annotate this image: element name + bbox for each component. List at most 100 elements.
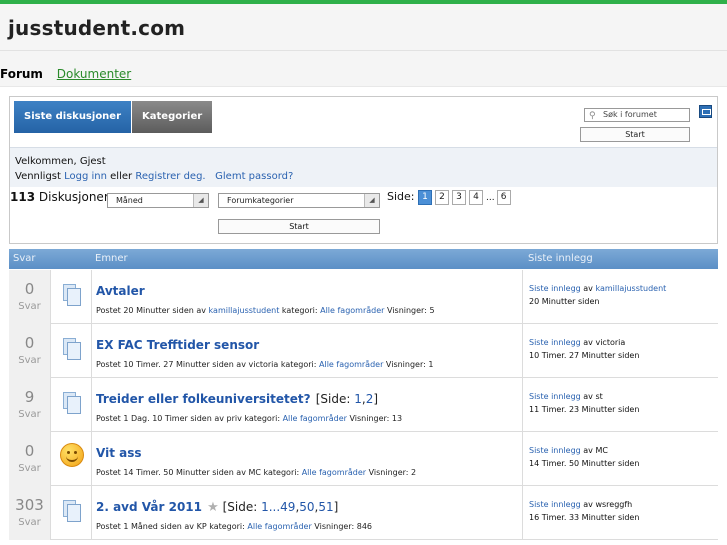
search-placeholder: Søk i forumet — [603, 110, 657, 119]
topic-pages-suffix: ] — [333, 500, 339, 514]
topic-category-label: kategori: — [281, 306, 318, 315]
topic-page-link[interactable]: 50 — [299, 500, 314, 514]
last-post-cell: Siste innlegg av victoria 10 Timer. 27 Mi… — [524, 324, 718, 378]
page-link-2[interactable]: 2 — [435, 190, 449, 205]
discussion-count-number: 113 — [10, 190, 36, 204]
topic-meta: Postet 14 Timer. 50 Minutter siden av MC… — [96, 468, 522, 477]
main-nav: Forum Dokumenter — [0, 51, 727, 87]
last-post-by: av st — [583, 392, 603, 401]
welcome-actions: Vennligst Logg inn eller Registrer deg. … — [15, 169, 717, 184]
tab-recent-discussions[interactable]: Siste diskusjoner — [14, 101, 132, 133]
reply-count-label: Svar — [18, 301, 41, 312]
topic-icon-cell — [51, 378, 92, 432]
page-link-3[interactable]: 3 — [452, 190, 466, 205]
forgot-password-link[interactable]: Glemt passord? — [215, 171, 293, 182]
login-link[interactable]: Logg inn — [64, 171, 107, 182]
topic-meta: Postet 20 Minutter siden av kamillajusst… — [96, 306, 522, 315]
topic-cell: Vit ass Postet 14 Timer. 50 Minutter side… — [93, 432, 523, 486]
last-post-time: 10 Timer. 27 Minutter siden — [529, 351, 640, 360]
period-select[interactable]: Måned ◢ — [107, 193, 209, 208]
last-post-time: 14 Timer. 50 Minutter siden — [529, 459, 640, 468]
last-post-by: av MC — [583, 446, 608, 455]
reply-count: 9 Svar — [9, 378, 51, 432]
site-header: jusstudent.com — [0, 4, 727, 51]
forum-tabs: Siste diskusjoner Kategorier — [14, 101, 213, 133]
topic-category-link[interactable]: Alle fagområder — [320, 306, 384, 315]
reply-count: 0 Svar — [9, 270, 51, 324]
topic-views: Visninger: 2 — [368, 468, 417, 477]
filter-start-button[interactable]: Start — [218, 219, 380, 234]
topic-category-label: kategori: — [209, 522, 245, 531]
topic-category-link[interactable]: Alle fagområder — [302, 468, 366, 477]
topic-title-link[interactable]: Vit ass — [96, 446, 142, 460]
topic-meta-prefix: Postet 1 Dag. 10 Timer siden av priv — [96, 414, 242, 423]
topic-title-link[interactable]: 2. avd Vår 2011 — [96, 500, 202, 514]
star-icon[interactable]: ★ — [207, 500, 219, 515]
last-post-time: 11 Timer. 23 Minutter siden — [529, 405, 640, 414]
search-icon: ⚲ — [589, 111, 596, 121]
last-post-link[interactable]: Siste innlegg — [529, 392, 581, 401]
reply-count: 303 Svar — [9, 486, 51, 540]
page-label: Side: — [387, 190, 415, 203]
collapse-icon[interactable] — [699, 105, 712, 118]
last-post-cell: Siste innlegg av kamillajusstudent 20 Min… — [524, 270, 718, 324]
last-post-link[interactable]: Siste innlegg — [529, 338, 581, 347]
page-link-1[interactable]: 1 — [418, 190, 432, 205]
header-last-post: Siste innlegg — [528, 253, 593, 264]
topic-category-link[interactable]: Alle fagområder — [247, 522, 311, 531]
table-row: 303 Svar 2. avd Vår 2011 ★ [Side: 1...49,5… — [9, 486, 718, 540]
period-select-value: Måned — [116, 196, 143, 205]
last-post-link[interactable]: Siste innlegg — [529, 284, 581, 293]
topic-meta-prefix: Postet 1 Måned siden av KP — [96, 522, 207, 531]
topic-title-link[interactable]: EX FAC Trefftider sensor — [96, 338, 259, 352]
reply-count-label: Svar — [18, 355, 41, 366]
topic-views: Visninger: 13 — [349, 414, 403, 423]
topic-title-link[interactable]: Treider eller folkeuniversitetet? — [96, 392, 311, 406]
topic-category-label: kategori: — [244, 414, 281, 423]
table-row: 0 Svar Vit ass Postet 14 Timer. 50 Minutter… — [9, 432, 718, 486]
reply-count-number: 0 — [24, 280, 35, 298]
topic-page-link[interactable]: 51 — [318, 500, 333, 514]
reply-count-label: Svar — [18, 463, 41, 474]
header-topics: Emner — [95, 253, 128, 264]
nav-documents-link[interactable]: Dokumenter — [57, 67, 131, 81]
topic-cell: EX FAC Trefftider sensor Postet 10 Timer.… — [93, 324, 523, 378]
topic-meta-prefix: Postet 20 Minutter siden av — [96, 306, 206, 315]
topic-category-link[interactable]: Alle fagområder — [319, 360, 383, 369]
topic-icon-cell — [51, 432, 92, 486]
last-post-link[interactable]: Siste innlegg — [529, 446, 581, 455]
topic-author-link[interactable]: kamillajusstudent — [209, 306, 280, 315]
topic-title-link[interactable]: Avtaler — [96, 284, 145, 298]
category-select[interactable]: Forumkategorier ◢ — [218, 193, 380, 208]
topic-pages: ★ [Side: 1...49,50,51] — [207, 500, 339, 515]
last-post-link[interactable]: Siste innlegg — [529, 500, 581, 509]
topic-page-link[interactable]: 1 — [354, 392, 362, 406]
page-ellipsis: ... — [486, 192, 495, 203]
topic-icon-cell — [51, 486, 92, 540]
last-post-by: av — [583, 284, 593, 293]
reply-count-label: Svar — [18, 409, 41, 420]
topic-meta-prefix: Postet 10 Timer. 27 Minutter siden av vi… — [96, 360, 279, 369]
topic-pages: [Side: 1,2] — [315, 392, 379, 406]
register-link[interactable]: Registrer deg. — [135, 171, 205, 182]
table-row: 0 Svar EX FAC Trefftider sensor Postet 10 T… — [9, 324, 718, 378]
reply-count-number: 303 — [15, 496, 44, 514]
topic-page-link[interactable]: 1...49 — [261, 500, 295, 514]
page-link-4[interactable]: 4 — [469, 190, 483, 205]
tab-categories[interactable]: Kategorier — [132, 101, 213, 133]
last-post-user-link[interactable]: kamillajusstudent — [595, 284, 666, 293]
table-row: 9 Svar Treider eller folkeuniversitetet? [… — [9, 378, 718, 432]
document-icon — [63, 284, 81, 306]
topic-pages-prefix: [Side: — [222, 500, 262, 514]
document-icon — [63, 500, 81, 522]
welcome-box: Velkommen, Gjest Vennligst Logg inn elle… — [10, 147, 717, 187]
page-link-6[interactable]: 6 — [496, 190, 511, 205]
search-input[interactable]: ⚲ Søk i forumet — [584, 108, 690, 122]
nav-forum[interactable]: Forum — [0, 67, 43, 81]
topic-pages-prefix: [Side: — [315, 392, 355, 406]
topic-cell: 2. avd Vår 2011 ★ [Side: 1...49,50,51] Po… — [93, 486, 523, 540]
topic-category-label: kategori: — [280, 360, 317, 369]
topic-category-link[interactable]: Alle fagområder — [283, 414, 347, 423]
search-start-button[interactable]: Start — [580, 127, 690, 142]
site-title[interactable]: jusstudent.com — [8, 16, 727, 40]
